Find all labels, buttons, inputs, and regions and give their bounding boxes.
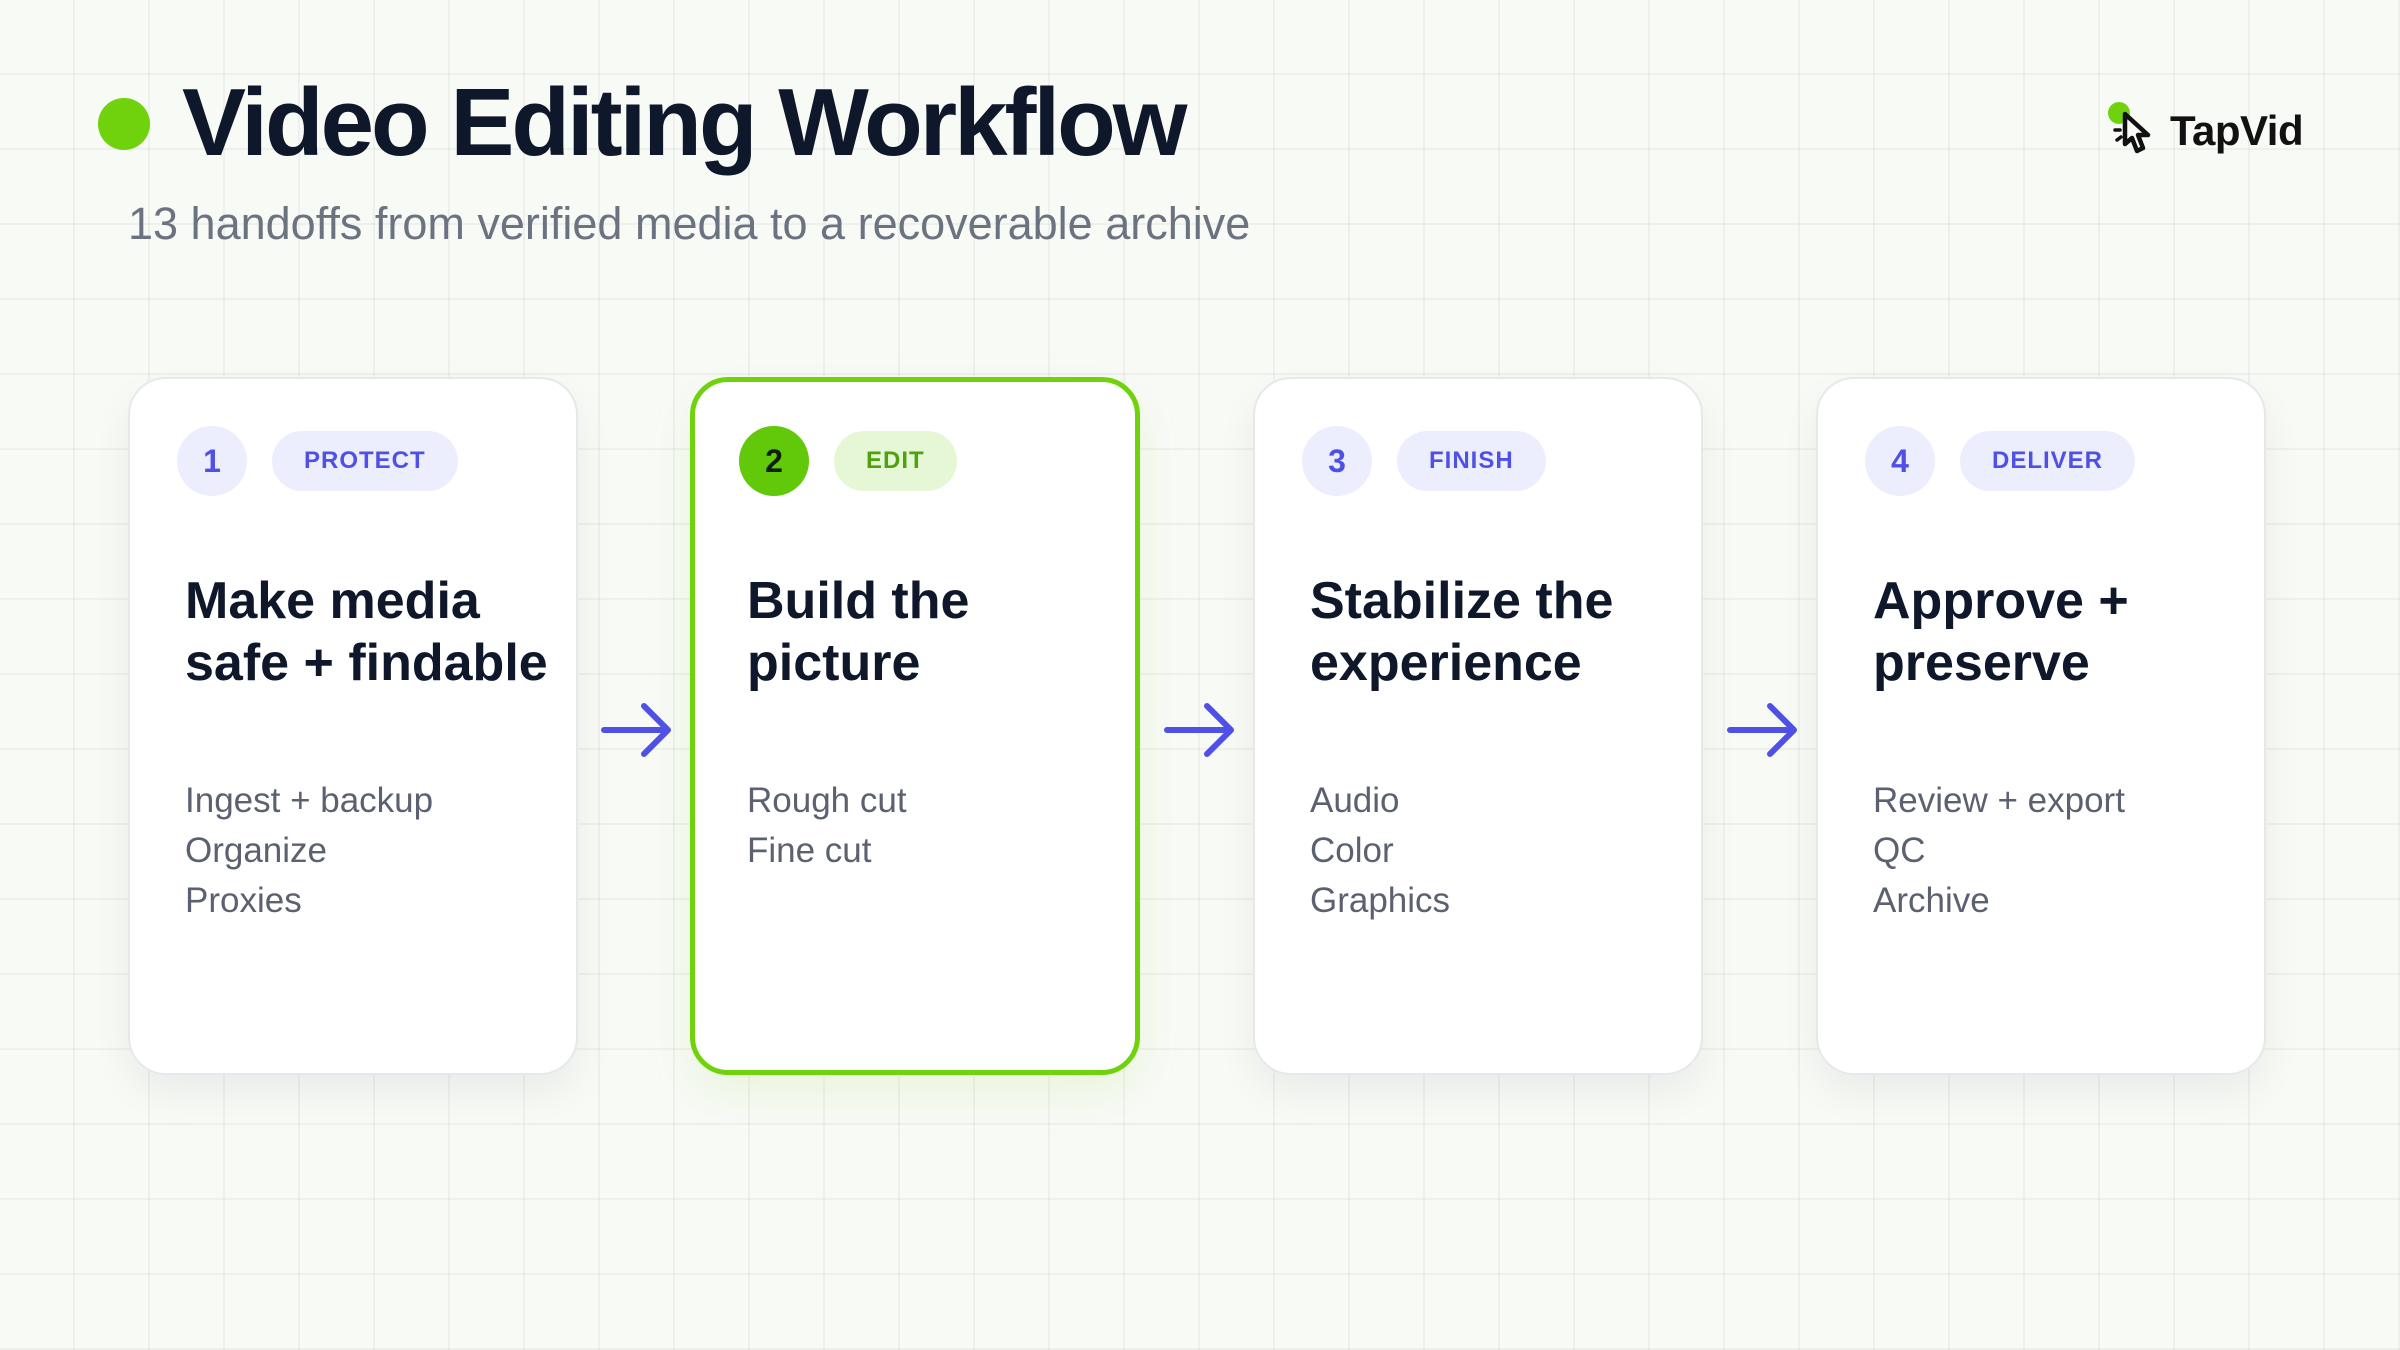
step-phase-tag: FINISH bbox=[1397, 431, 1546, 491]
page-subtitle: 13 handoffs from verified media to a rec… bbox=[128, 198, 1251, 249]
pointer-hand-icon bbox=[2106, 100, 2164, 162]
step-phase-tag: PROTECT bbox=[272, 431, 458, 491]
step-task-item: Organize bbox=[185, 831, 328, 870]
step-phase-tag: DELIVER bbox=[1960, 431, 2136, 491]
step-phase-tag: EDIT bbox=[834, 431, 957, 491]
step-title: Approve + preserve bbox=[1873, 572, 2129, 692]
step-task-item: Review + export bbox=[1873, 781, 2125, 820]
step-card-finish: 3 FINISH Stabilize the experience Audio … bbox=[1253, 377, 1703, 1075]
step-task-item: Fine cut bbox=[747, 831, 872, 870]
step-task-list: Review + export QC Archive bbox=[1873, 776, 2125, 926]
step-task-item: Rough cut bbox=[747, 781, 907, 820]
step-number-badge: 2 bbox=[739, 426, 809, 496]
arrow-right-icon bbox=[1164, 703, 1234, 757]
brand-logo: TapVid bbox=[2106, 100, 2304, 162]
step-task-list: Rough cut Fine cut bbox=[747, 776, 907, 876]
step-task-item: QC bbox=[1873, 831, 1926, 870]
step-number-badge: 1 bbox=[177, 426, 247, 496]
brand-name: TapVid bbox=[2170, 107, 2304, 154]
step-card-deliver: 4 DELIVER Approve + preserve Review + ex… bbox=[1816, 377, 2266, 1075]
title-bullet-dot bbox=[98, 98, 150, 150]
arrow-right-icon bbox=[1727, 703, 1797, 757]
step-task-item: Graphics bbox=[1310, 881, 1451, 920]
step-task-list: Ingest + backup Organize Proxies bbox=[185, 776, 433, 926]
step-number-badge: 4 bbox=[1865, 426, 1935, 496]
step-number-badge: 3 bbox=[1302, 426, 1372, 496]
step-title: Stabilize the experience bbox=[1310, 572, 1614, 692]
step-task-list: Audio Color Graphics bbox=[1310, 776, 1450, 926]
step-task-item: Archive bbox=[1873, 881, 1990, 920]
step-title: Build the picture bbox=[747, 572, 970, 692]
step-card-protect: 1 PROTECT Make media safe + findable Ing… bbox=[128, 377, 578, 1075]
arrow-right-icon bbox=[601, 703, 671, 757]
step-task-item: Audio bbox=[1310, 781, 1400, 820]
step-task-item: Proxies bbox=[185, 881, 302, 920]
step-card-edit: 2 EDIT Build the picture Rough cut Fine … bbox=[690, 377, 1140, 1075]
step-title: Make media safe + findable bbox=[185, 572, 548, 692]
step-task-item: Ingest + backup bbox=[185, 781, 434, 820]
page-title: Video Editing Workflow bbox=[182, 69, 1187, 176]
step-task-item: Color bbox=[1310, 831, 1394, 870]
